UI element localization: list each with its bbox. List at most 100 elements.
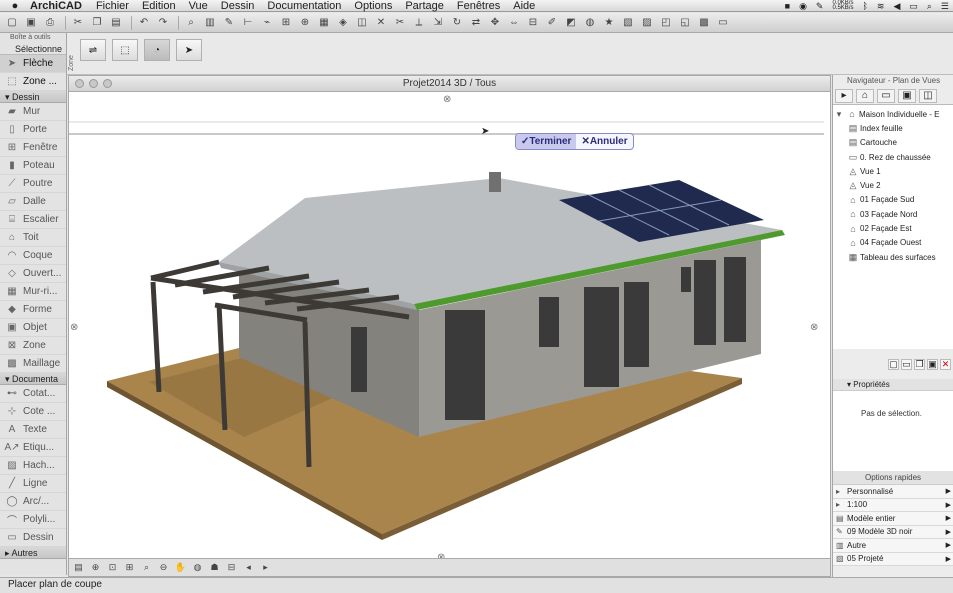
volume-icon[interactable]: ◀: [893, 1, 900, 12]
tool-texte[interactable]: A Texte: [0, 421, 66, 439]
cut-plane-rotate[interactable]: ◔: [144, 39, 170, 61]
zoom-in-icon[interactable]: ⊕: [88, 562, 103, 574]
menu-documentation[interactable]: Documentation: [267, 0, 341, 12]
print-icon[interactable]: ⎙: [42, 16, 58, 30]
tool-arc[interactable]: ◯ Arc/...: [0, 493, 66, 511]
magic-wand-icon[interactable]: ⌁: [259, 16, 275, 30]
ruler-icon[interactable]: ⊟: [525, 16, 541, 30]
tree-item-root[interactable]: ▾ ⌂ Maison Individuelle - E: [833, 107, 953, 121]
apple-icon[interactable]: ●: [0, 0, 30, 12]
properties-header[interactable]: ▾ Propriétés: [833, 379, 953, 391]
search-icon[interactable]: ⌕: [927, 1, 932, 12]
section-dessin[interactable]: ▾ Dessin: [0, 91, 66, 103]
zoom-window-icon[interactable]: [103, 79, 112, 88]
quick-option-renovation[interactable]: ▧ 05 Projeté ▶: [833, 552, 953, 566]
tool-porte[interactable]: ▯ Porte: [0, 121, 66, 139]
menu-dessin[interactable]: Dessin: [221, 0, 255, 12]
pan-hand-icon[interactable]: ✋: [173, 562, 188, 574]
scissors-icon[interactable]: ✂: [392, 16, 408, 30]
section-window-icon[interactable]: ◱: [677, 16, 693, 30]
tool-poteau[interactable]: ▮ Poteau: [0, 157, 66, 175]
annuler-button[interactable]: ✕Annuler: [576, 134, 632, 149]
walk-icon[interactable]: ☗: [207, 562, 222, 574]
battery-icon[interactable]: ▭: [909, 1, 918, 12]
cut-plane-mode-1[interactable]: ⇌: [80, 39, 106, 61]
quick-option-layer-combo[interactable]: ▸ Personnalisé ▶: [833, 485, 953, 499]
bucket-icon[interactable]: ◈: [335, 16, 351, 30]
tree-item[interactable]: ⌂ 04 Façade Ouest: [833, 236, 953, 250]
zoom-region-icon[interactable]: ⊞: [122, 562, 137, 574]
layout-book-icon[interactable]: ▣: [898, 88, 916, 103]
settings-icon[interactable]: ▣: [927, 358, 938, 370]
tree-item[interactable]: ◬ Vue 2: [833, 178, 953, 192]
new-view-icon[interactable]: ▢: [888, 358, 899, 370]
tool-ouverture[interactable]: ◇ Ouvert...: [0, 265, 66, 283]
find-icon[interactable]: ⌕: [183, 16, 199, 30]
library-icon[interactable]: ▧: [620, 16, 636, 30]
list-icon[interactable]: ☰: [941, 1, 949, 12]
prev-zoom-icon[interactable]: ◂: [241, 562, 256, 574]
paste-icon[interactable]: ▤: [108, 16, 124, 30]
quick-option-pen-set[interactable]: ✎ 09 Modèle 3D noir ▶: [833, 525, 953, 539]
tool-toit[interactable]: ⌂ Toit: [0, 229, 66, 247]
tool-arrow[interactable]: ➤ Flèche: [0, 55, 66, 73]
section-icon[interactable]: ◫: [354, 16, 370, 30]
render-icon[interactable]: ◍: [582, 16, 598, 30]
quick-option-mvo[interactable]: ▥ Autre ▶: [833, 539, 953, 553]
magnify-icon[interactable]: ⌕: [139, 562, 154, 574]
project-map-icon[interactable]: ⌂: [856, 88, 874, 103]
orbit-icon[interactable]: ◍: [190, 562, 205, 574]
tool-forme[interactable]: ◆ Forme: [0, 301, 66, 319]
tool-mur-rideau[interactable]: ▦ Mur-ri...: [0, 283, 66, 301]
tool-marquee[interactable]: ⬚ Zone ...: [0, 73, 66, 91]
redo-icon[interactable]: ↷: [155, 16, 171, 30]
layout-icon[interactable]: ▩: [696, 16, 712, 30]
zoom-fit-icon[interactable]: ⊡: [105, 562, 120, 574]
tool-poutre[interactable]: ⟋ Poutre: [0, 175, 66, 193]
pen-icon[interactable]: ✎: [221, 16, 237, 30]
record-icon[interactable]: ◉: [799, 1, 807, 12]
close-icon[interactable]: ✕: [373, 16, 389, 30]
bluetooth-icon[interactable]: ᛒ: [862, 1, 867, 11]
measure-icon[interactable]: ⊢: [240, 16, 256, 30]
app-menu[interactable]: ArchiCAD: [30, 0, 82, 12]
wifi-icon[interactable]: ≋: [877, 1, 885, 12]
tool-dessin[interactable]: ▭ Dessin: [0, 529, 66, 547]
tool-polyligne[interactable]: ⌒ Polyli...: [0, 511, 66, 529]
pan-left-icon[interactable]: ⊗: [70, 322, 78, 333]
minimize-window-icon[interactable]: [89, 79, 98, 88]
layers-icon[interactable]: ▥: [202, 16, 218, 30]
menu-aide[interactable]: Aide: [513, 0, 535, 12]
section-documentation[interactable]: ▾ Documenta: [0, 373, 66, 385]
floorplan-icon[interactable]: ▨: [639, 16, 655, 30]
camera-icon[interactable]: ■: [785, 1, 790, 11]
next-zoom-icon[interactable]: ▸: [258, 562, 273, 574]
menu-partage[interactable]: Partage: [405, 0, 444, 12]
tree-item[interactable]: ⌂ 02 Façade Est: [833, 221, 953, 235]
menu-fichier[interactable]: Fichier: [96, 0, 129, 12]
tool-fenetre[interactable]: ⊞ Fenêtre: [0, 139, 66, 157]
offset-icon[interactable]: ⇲: [430, 16, 446, 30]
menu-fenetres[interactable]: Fenêtres: [457, 0, 500, 12]
tree-item[interactable]: ▤ Cartouche: [833, 136, 953, 150]
quick-option-scale[interactable]: ▸ 1:100 ▶: [833, 498, 953, 512]
folder-add-icon[interactable]: ▭: [901, 358, 912, 370]
cut-icon[interactable]: ✂: [70, 16, 86, 30]
tool-objet[interactable]: ▣ Objet: [0, 319, 66, 337]
window-toggle-icon[interactable]: ▭: [715, 16, 731, 30]
tree-item[interactable]: ⌂ 01 Façade Sud: [833, 193, 953, 207]
close-window-icon[interactable]: [75, 79, 84, 88]
menu-options[interactable]: Options: [354, 0, 392, 12]
tool-mur[interactable]: ▰ Mur: [0, 103, 66, 121]
texture-icon[interactable]: ◩: [563, 16, 579, 30]
section-autres[interactable]: ▸ Autres: [0, 547, 66, 559]
save-icon[interactable]: ▣: [23, 16, 39, 30]
pan-right-icon[interactable]: ⊗: [810, 322, 818, 333]
paint-icon[interactable]: ✐: [544, 16, 560, 30]
drag-icon[interactable]: ✥: [487, 16, 503, 30]
terminer-button[interactable]: ✓Terminer: [516, 134, 577, 149]
tree-item[interactable]: ▤ Index feuille: [833, 121, 953, 135]
tree-item[interactable]: ◬ Vue 1: [833, 164, 953, 178]
tool-cote-niveau[interactable]: ⊹ Cote ...: [0, 403, 66, 421]
cut-plane-mode-2[interactable]: ⬚: [112, 39, 138, 61]
